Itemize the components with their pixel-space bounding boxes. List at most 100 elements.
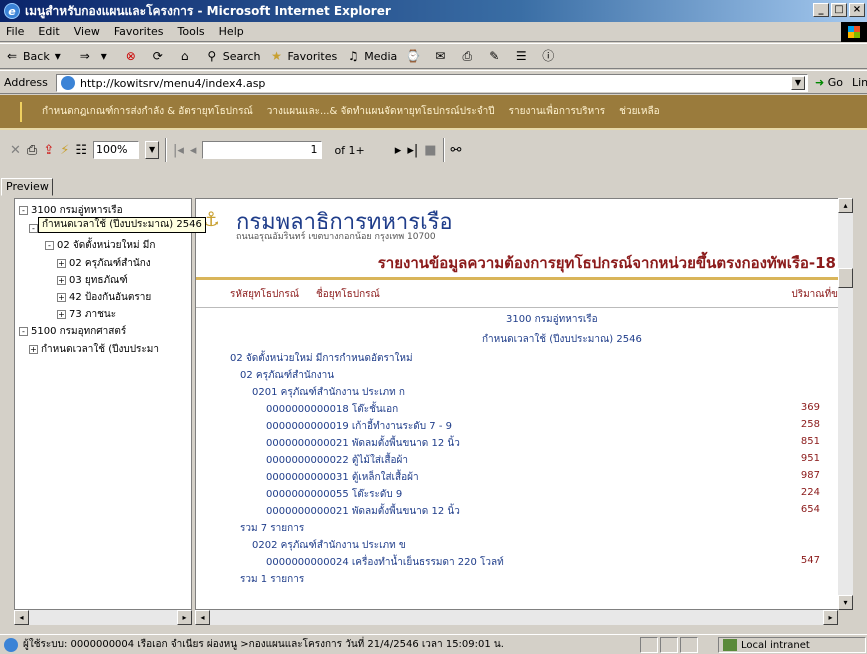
expand-icon[interactable]: + [57, 275, 66, 285]
page-count: of 1+ [334, 143, 365, 157]
expand-icon[interactable]: + [57, 258, 66, 268]
scroll-up-icon[interactable]: ▴ [838, 198, 853, 213]
discuss-icon: ☰ [515, 49, 527, 63]
favorites-button[interactable]: ★ Favorites [269, 48, 337, 64]
nav-reports[interactable]: รายงานเพื่อการบริหาร [509, 104, 606, 119]
menu-file[interactable]: File [6, 25, 24, 38]
group-row: 02 จัดตั้งหน่วยใหม่ มีการกำหนดอัตราใหม่ [230, 353, 413, 364]
zoom-input[interactable]: 100% [93, 141, 140, 159]
dropdown-arrow-icon[interactable]: ▾ [96, 48, 112, 64]
menu-view[interactable]: View [74, 25, 100, 38]
collapse-icon[interactable]: - [29, 223, 38, 233]
export-icon[interactable]: ⇪ [43, 143, 54, 158]
discuss-button[interactable]: ☰ [513, 48, 532, 64]
go-button[interactable]: ➜ Go [815, 76, 843, 89]
window-title: เมนูสำหรับกองแผนและโครงการ - Microsoft I… [25, 3, 391, 18]
media-icon: ♫ [347, 49, 359, 63]
tree-node[interactable]: -5100 กรมอุทกศาสตร์ [19, 324, 126, 338]
page-number-input[interactable]: 1 [202, 141, 323, 159]
stop-icon[interactable]: ■ [424, 143, 436, 158]
search-button[interactable]: ⚲ Search [204, 48, 260, 64]
report-horizontal-scrollbar[interactable]: ◂ ▸ [195, 610, 838, 625]
scroll-down-icon[interactable]: ▾ [838, 595, 853, 610]
print-icon: ⎙ [462, 49, 473, 63]
find-icon[interactable]: ⚯ [451, 143, 462, 158]
status-text: ผู้ใช้ระบบ: 0000000004 เรือเอก จำเนียร ผ… [23, 639, 504, 650]
mail-button[interactable]: ✉ [432, 48, 451, 64]
menu-tools[interactable]: Tools [178, 25, 205, 38]
scroll-left-icon[interactable]: ◂ [14, 610, 29, 625]
maximize-button[interactable]: □ [831, 3, 847, 17]
toolbar-separator [165, 138, 168, 162]
tree-node[interactable]: + กำหนดเวลาใช้ (ปีงบประมา [29, 342, 159, 356]
menu-favorites[interactable]: Favorites [114, 25, 164, 38]
scroll-thumb[interactable] [838, 268, 853, 288]
dropdown-arrow-icon[interactable]: ▾ [50, 48, 66, 64]
minimize-button[interactable]: _ [813, 3, 829, 17]
tree-node[interactable]: -3100 กรมอู่ทหารเรือ [19, 203, 123, 217]
tree-node[interactable]: +03 ยุทธภัณฑ์ [57, 273, 128, 287]
item-quantity: 369 [800, 402, 820, 413]
security-zone: Local intranet [718, 637, 866, 653]
menu-bar: File Edit View Favorites Tools Help [0, 22, 867, 42]
forward-button[interactable]: ⇒ ▾ [77, 48, 115, 64]
first-page-icon[interactable]: |◂ [173, 143, 184, 158]
history-button[interactable]: ⌚ [405, 48, 424, 64]
home-button[interactable]: ⌂ [177, 48, 196, 64]
item-row: 0000000000018 โต๊ะชั้นเอก [266, 404, 399, 415]
tab-preview[interactable]: Preview [1, 178, 53, 196]
scroll-left-icon[interactable]: ◂ [195, 610, 210, 625]
prev-page-icon[interactable]: ◂ [190, 143, 197, 158]
refresh-button[interactable]: ⟳ [150, 48, 169, 64]
close-report-icon[interactable]: ✕ [10, 143, 21, 158]
address-dropdown-icon[interactable]: ▼ [791, 76, 805, 90]
close-button[interactable]: × [849, 3, 865, 17]
tree-node[interactable]: +73 ภาชนะ [57, 307, 116, 321]
nav-criteria[interactable]: กำหนดกฎเกณฑ์การส่งกำลัง & อัตรายุทโธปกรณ… [42, 104, 253, 119]
edit-button[interactable]: ✎ [486, 48, 505, 64]
print-button[interactable]: ⎙ [459, 48, 478, 64]
menu-edit[interactable]: Edit [38, 25, 59, 38]
messenger-button[interactable]: ⓘ [540, 48, 559, 64]
nav-planning[interactable]: วางแผนและ...& จัดทำแผนจัดหายุทโธปกรณ์ประ… [267, 104, 495, 119]
collapse-icon[interactable]: - [19, 205, 28, 215]
col-qty: ปริมาณที่ขอ [791, 289, 844, 300]
item-quantity: 654 [800, 504, 820, 515]
header-divider [196, 277, 850, 280]
item-row: 0000000000021 พัดลมตั้งพื้นขนาด 12 นิ้ว [266, 438, 460, 449]
standard-toolbar: ⇐ Back ▾ ⇒ ▾ ⊗ ⟳ ⌂ ⚲ Search ★ Favorites ♫ Medi… [0, 43, 867, 69]
go-arrow-icon: ➜ [815, 76, 825, 89]
tree-horizontal-scrollbar[interactable]: ◂ ▸ [14, 610, 192, 625]
expand-icon[interactable]: + [57, 292, 66, 302]
menu-help[interactable]: Help [219, 25, 244, 38]
refresh-icon[interactable]: ⚡ [60, 143, 69, 158]
group-tree: -3100 กรมอู่ทหารเรือ -กำหนดเวลาใช้ (ปีงบ… [14, 198, 192, 610]
collapse-icon[interactable]: - [45, 240, 54, 250]
last-page-icon[interactable]: ▸| [407, 143, 418, 158]
tree-node[interactable]: -02 จัดตั้งหน่วยใหม่ มีก [45, 238, 155, 252]
info-icon: ⓘ [542, 49, 555, 63]
nav-help[interactable]: ช่วยเหลือ [619, 104, 659, 119]
tree-node[interactable]: +42 ป้องกันอันตราย [57, 290, 151, 304]
report-header: ⚓ กรมพลาธิการทหารเรือ ถนนอรุณอัมรินทร์ เ… [196, 199, 850, 277]
item-quantity: 547 [800, 555, 820, 566]
address-input[interactable]: http://kowitsrv/menu4/index4.asp ▼ [56, 74, 808, 92]
expand-icon[interactable]: + [57, 309, 66, 319]
print-icon[interactable]: ⎙ [27, 143, 37, 158]
collapse-icon[interactable]: - [19, 326, 28, 336]
stop-button[interactable]: ⊗ [123, 48, 142, 64]
search-icon: ⚲ [207, 49, 217, 63]
intranet-icon [723, 639, 737, 651]
zoom-dropdown-icon[interactable]: ▼ [145, 141, 160, 159]
scroll-right-icon[interactable]: ▸ [823, 610, 838, 625]
report-vertical-scrollbar[interactable]: ▴ ▾ [838, 198, 853, 610]
back-button[interactable]: ⇐ Back ▾ [4, 48, 69, 64]
site-nav: กำหนดกฎเกณฑ์การส่งกำลัง & อัตรายุทโธปกรณ… [0, 95, 867, 130]
scroll-right-icon[interactable]: ▸ [177, 610, 192, 625]
links-button[interactable]: Links [852, 76, 867, 89]
next-page-icon[interactable]: ▸ [395, 143, 402, 158]
group-tree-icon[interactable]: ☷ [75, 143, 87, 158]
media-button[interactable]: ♫ Media [345, 48, 397, 64]
tree-node[interactable]: +02 ครุภัณฑ์สำนักง [57, 256, 151, 270]
expand-icon[interactable]: + [29, 344, 38, 354]
